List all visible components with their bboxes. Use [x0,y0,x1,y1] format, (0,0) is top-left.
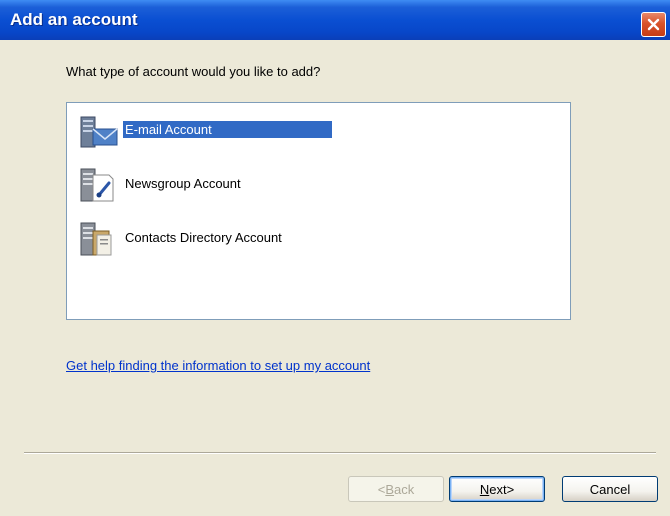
cancel-label: Cancel [589,481,631,497]
email-account-label: E-mail Account [122,120,333,139]
back-accelerator: B [385,481,395,497]
back-button[interactable]: < Back [348,476,444,502]
title-bar[interactable]: Add an account [0,0,670,40]
back-prefix: < [377,481,386,497]
close-button[interactable] [641,12,666,37]
help-link[interactable]: Get help finding the information to set … [66,358,370,373]
email-account-icon [80,116,118,148]
next-button[interactable]: Next > [449,476,545,502]
newsgroup-account-label: Newsgroup Account [125,176,241,191]
next-accelerator: N [479,481,490,497]
next-suffix: > [506,481,515,497]
newsgroup-account-icon [80,168,114,202]
back-label-rest: ack [394,481,415,497]
contacts-directory-account-label: Contacts Directory Account [125,230,282,245]
close-icon [647,18,660,31]
window-title: Add an account [10,10,138,29]
account-type-prompt: What type of account would you like to a… [66,64,321,79]
directory-account-icon [80,222,112,256]
cancel-button[interactable]: Cancel [562,476,658,502]
separator [24,452,656,454]
add-account-dialog: Add an account What type of account woul… [0,0,670,516]
next-label-rest: ext [489,481,507,497]
account-type-list[interactable]: E-mail Account Newsgroup Account Contact… [66,102,571,320]
